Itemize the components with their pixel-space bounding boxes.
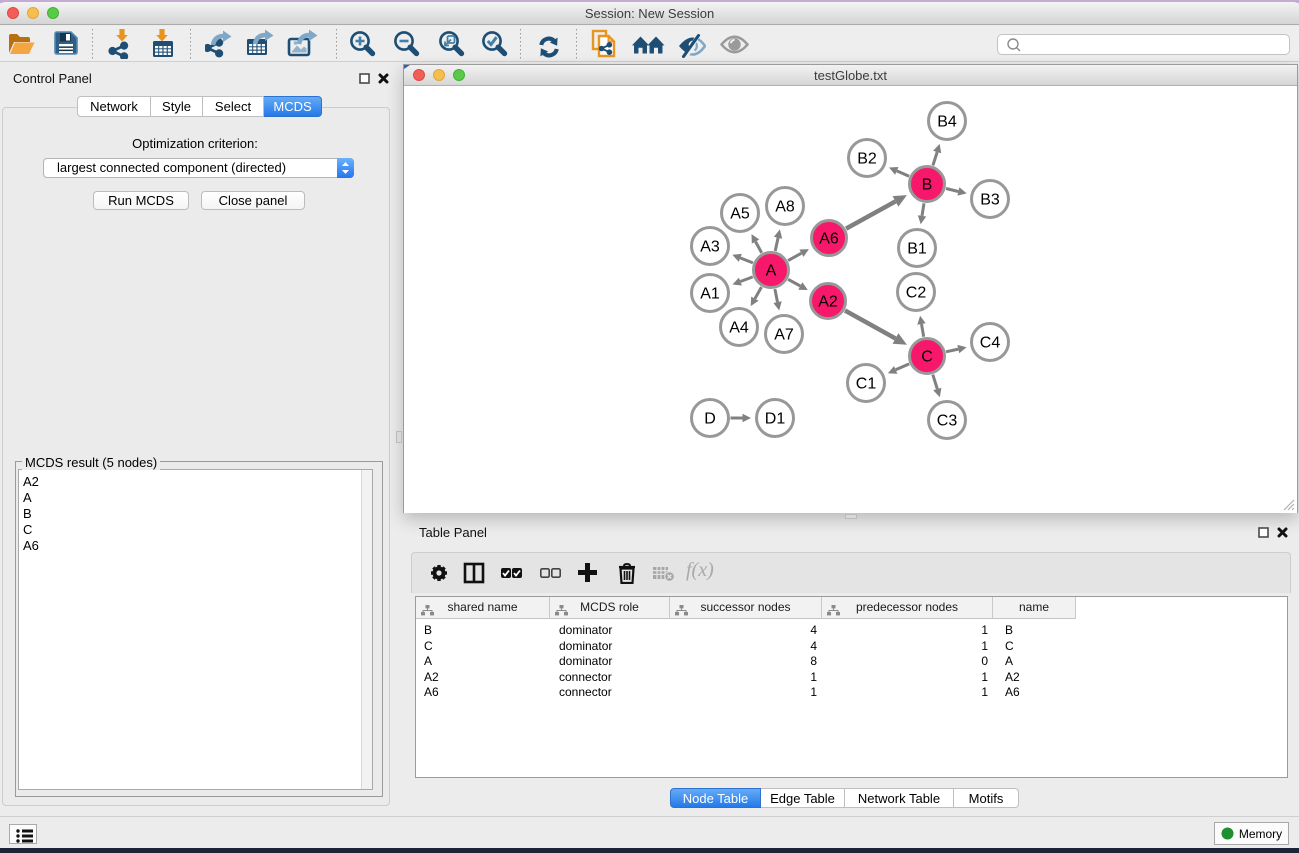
svg-text:D: D <box>704 411 716 428</box>
svg-text:A6: A6 <box>819 231 839 248</box>
svg-text:B: B <box>922 177 933 194</box>
svg-text:A4: A4 <box>729 320 749 337</box>
svg-text:C4: C4 <box>980 335 1001 352</box>
svg-text:A1: A1 <box>700 286 720 303</box>
svg-text:A3: A3 <box>700 239 720 256</box>
svg-text:B3: B3 <box>980 192 1000 209</box>
svg-text:B2: B2 <box>857 151 877 168</box>
svg-text:C3: C3 <box>937 413 958 430</box>
svg-text:C: C <box>921 349 933 366</box>
svg-text:A2: A2 <box>818 294 838 311</box>
svg-text:C2: C2 <box>906 285 927 302</box>
svg-text:C1: C1 <box>856 376 877 393</box>
svg-text:A5: A5 <box>730 206 750 223</box>
svg-text:A8: A8 <box>775 199 795 216</box>
svg-text:A: A <box>766 263 777 280</box>
svg-text:B1: B1 <box>907 241 927 258</box>
svg-text:B4: B4 <box>937 114 957 131</box>
svg-text:A7: A7 <box>774 327 794 344</box>
svg-text:D1: D1 <box>765 411 786 428</box>
